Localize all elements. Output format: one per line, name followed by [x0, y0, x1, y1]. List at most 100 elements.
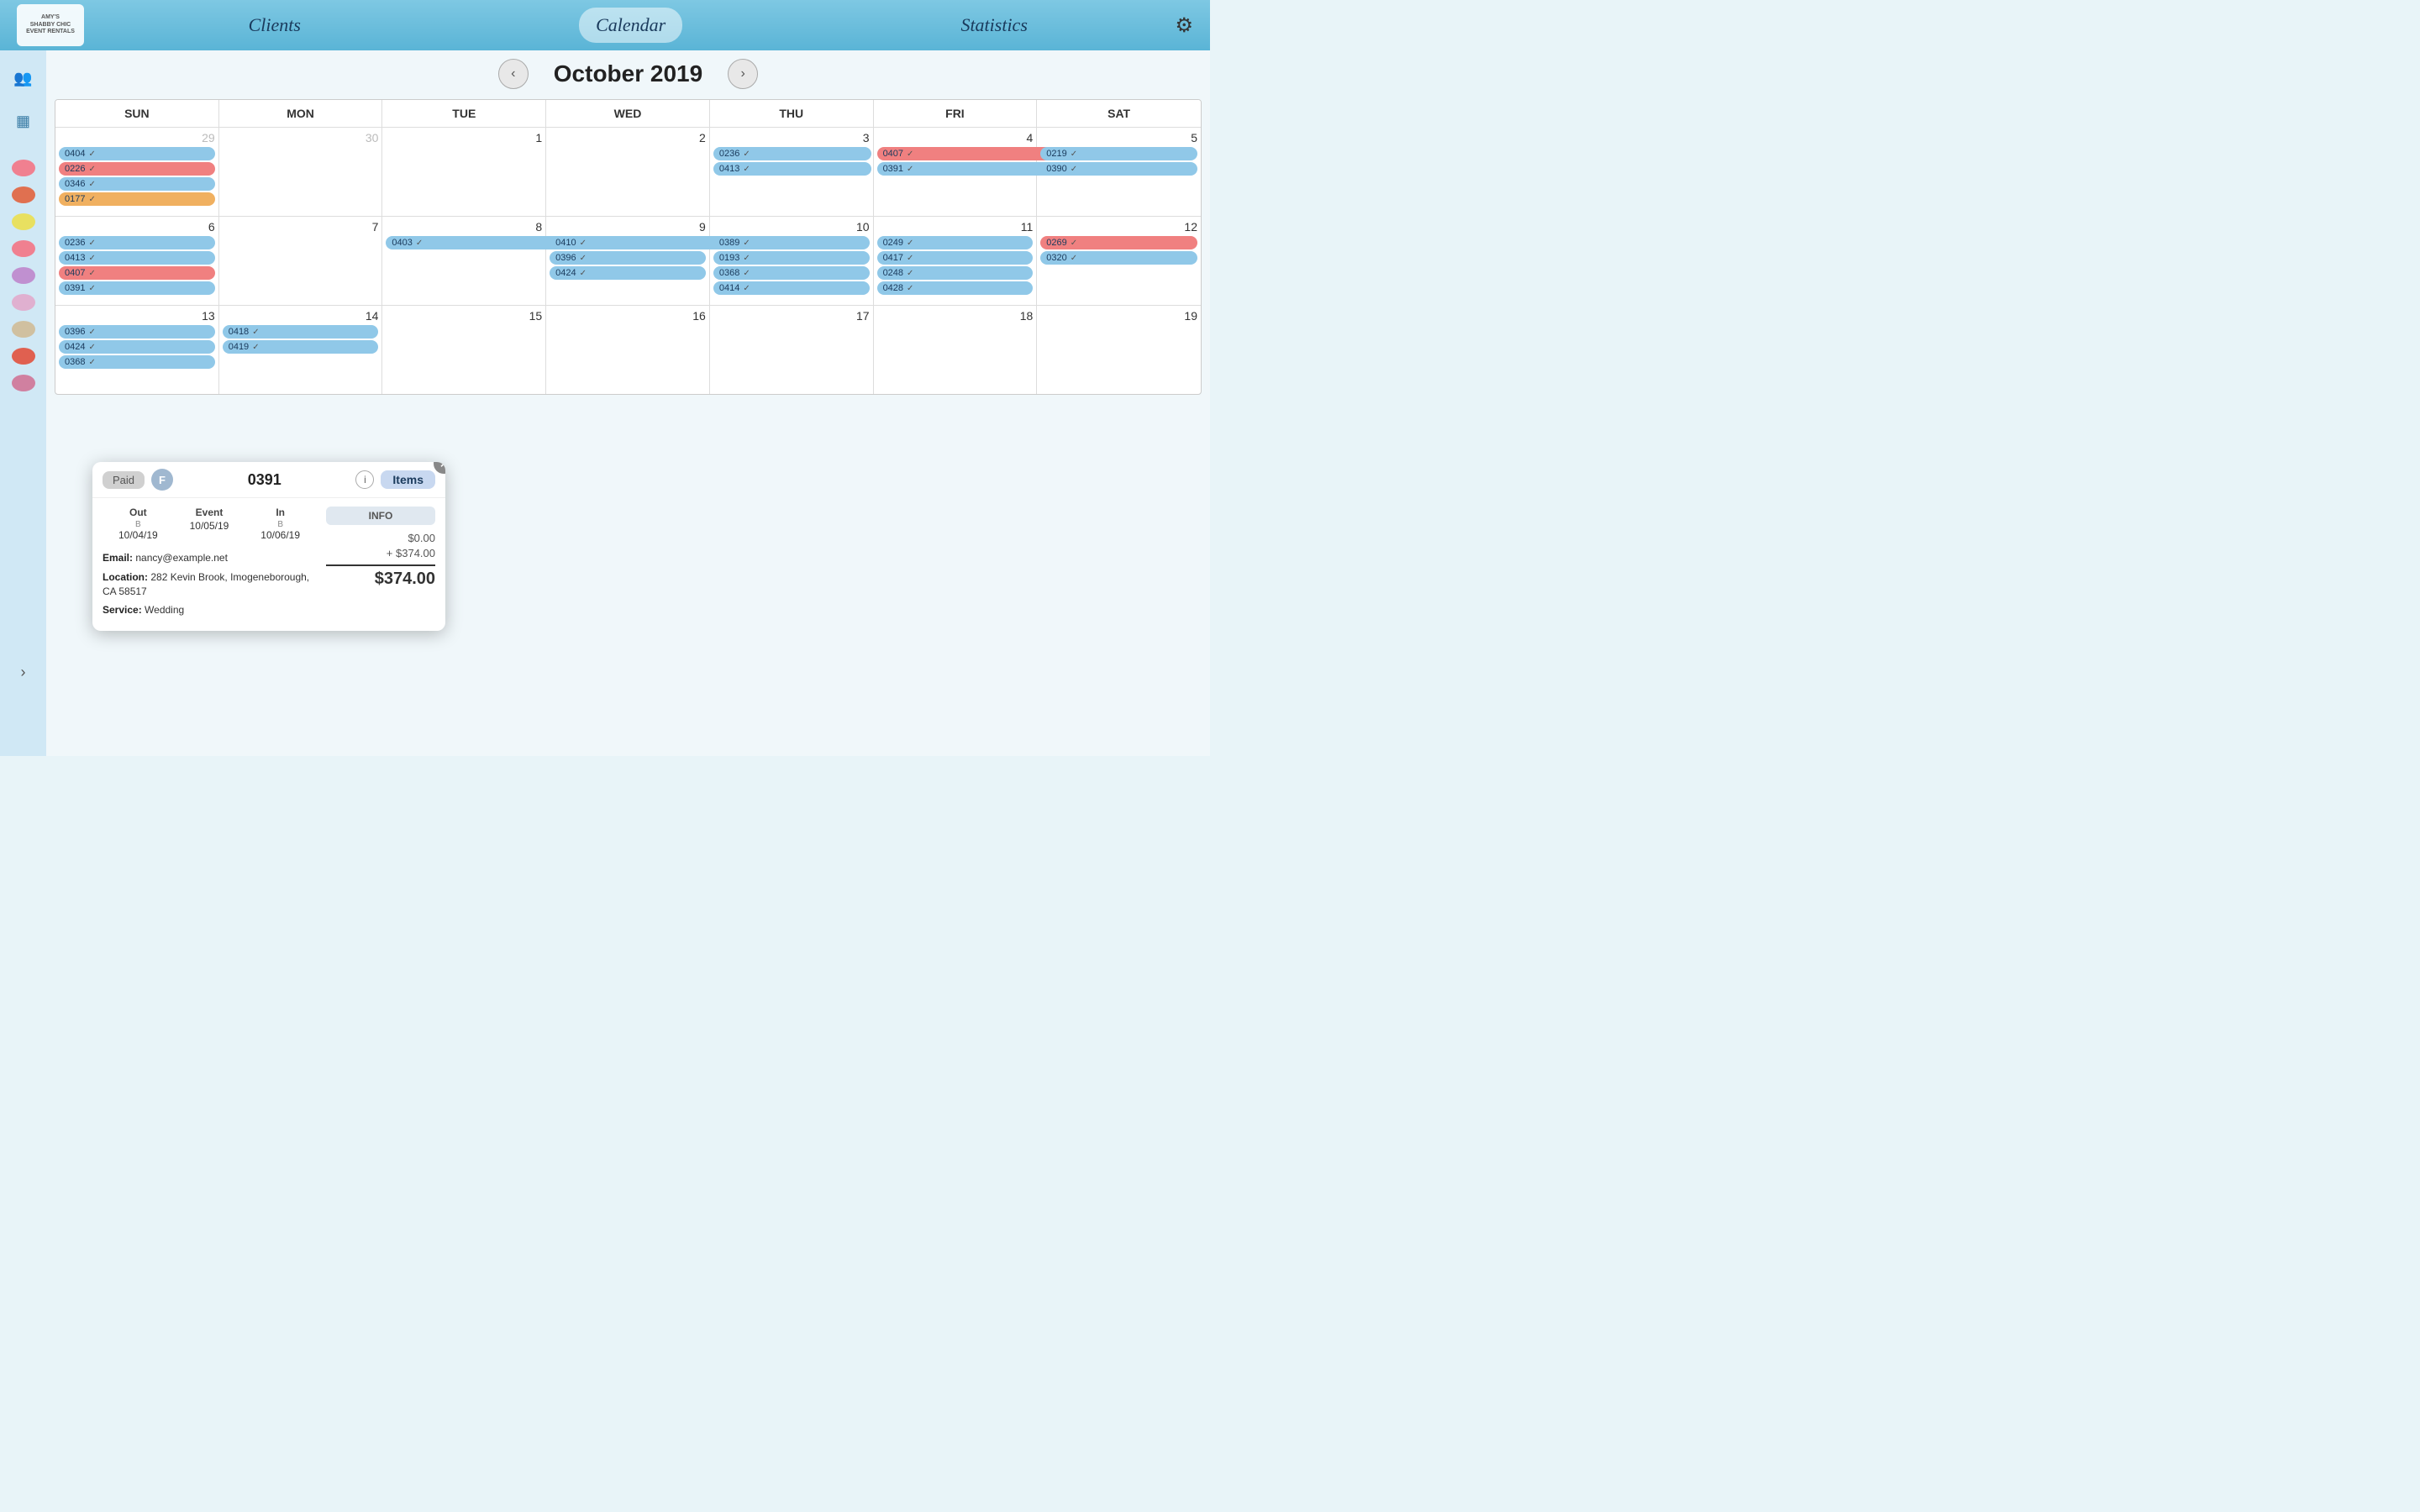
cal-cell-oct7[interactable]: 7: [219, 217, 383, 305]
cal-cell-oct5[interactable]: 5 0219 ✓ 0390 ✓: [1037, 128, 1201, 216]
event-0390-w1[interactable]: 0390 ✓: [1040, 162, 1197, 176]
cal-cell-oct11[interactable]: 11 0249 ✓ 0417 ✓ 0248 ✓ 0428 ✓: [874, 217, 1038, 305]
order-number: 0391: [180, 471, 349, 489]
event-0236-w2[interactable]: 0236 ✓: [59, 236, 215, 249]
nav-items: Clients Calendar Statistics: [101, 8, 1175, 43]
event-0419-w3[interactable]: 0419 ✓: [223, 340, 379, 354]
day-num-oct18: 18: [877, 309, 1034, 323]
cal-cell-oct18[interactable]: 18: [874, 306, 1038, 394]
sidebar-oval-3[interactable]: [12, 213, 35, 230]
clients-nav[interactable]: Clients: [232, 8, 318, 43]
grid-sidebar-icon[interactable]: ▦: [8, 106, 39, 136]
popup-container: Paid F 0391 i Items × Out B 10/04/19: [92, 462, 445, 631]
cal-cell-oct3[interactable]: 3 0236 ✓ 0413 ✓: [710, 128, 874, 216]
items-btn[interactable]: Items: [381, 470, 435, 489]
event-0389-w2[interactable]: 0389 ✓: [713, 236, 870, 249]
event-0346[interactable]: 0346 ✓: [59, 177, 215, 191]
sidebar-oval-9[interactable]: [12, 375, 35, 391]
cal-cell-oct13[interactable]: 13 0396 ✓ 0424 ✓ 0368 ✓: [55, 306, 219, 394]
week-2: 6 0236 ✓ 0413 ✓ 0407 ✓ 0391 ✓ 7 8 0403 ✓…: [55, 217, 1201, 306]
event-0418-w3[interactable]: 0418 ✓: [223, 325, 379, 339]
cal-cell-oct19[interactable]: 19: [1037, 306, 1201, 394]
event-0226[interactable]: 0226 ✓: [59, 162, 215, 176]
event-0269-w2[interactable]: 0269 ✓: [1040, 236, 1197, 249]
event-0396-w3[interactable]: 0396 ✓: [59, 325, 215, 339]
info-btn[interactable]: i: [355, 470, 374, 489]
cal-cell-oct8[interactable]: 8 0403 ✓: [382, 217, 546, 305]
cal-cell-oct15[interactable]: 15: [382, 306, 546, 394]
days-header: SUN MON TUE WED THU FRI SAT: [55, 100, 1201, 128]
cal-cell-oct17[interactable]: 17: [710, 306, 874, 394]
event-0396-w2[interactable]: 0396 ✓: [550, 251, 706, 265]
fri-header: FRI: [874, 100, 1038, 127]
cal-cell-oct14[interactable]: 14 0418 ✓ 0419 ✓: [219, 306, 383, 394]
event-label: Event: [174, 507, 245, 518]
info-tab[interactable]: INFO: [326, 507, 435, 525]
calendar-grid: SUN MON TUE WED THU FRI SAT 29 0404 ✓ 02…: [55, 99, 1202, 395]
paid-badge[interactable]: Paid: [103, 471, 145, 489]
event-0193-w2[interactable]: 0193 ✓: [713, 251, 870, 265]
settings-icon[interactable]: ⚙: [1175, 13, 1193, 38]
event-0236-w1[interactable]: 0236 ✓: [713, 147, 871, 160]
sidebar-oval-8[interactable]: [12, 348, 35, 365]
cal-cell-oct1[interactable]: 1: [382, 128, 546, 216]
cal-cell-oct12[interactable]: 12 0269 ✓ 0320 ✓: [1037, 217, 1201, 305]
sidebar-oval-4[interactable]: [12, 240, 35, 257]
event-0368-w2[interactable]: 0368 ✓: [713, 266, 870, 280]
cal-cell-oct9[interactable]: 9 0410 ✓ 0396 ✓ 0424 ✓: [546, 217, 710, 305]
cal-cell-oct10[interactable]: 10 0389 ✓ 0193 ✓ 0368 ✓ 0414 ✓: [710, 217, 874, 305]
sidebar-expand-btn[interactable]: ›: [0, 655, 46, 689]
event-0404[interactable]: 0404 ✓: [59, 147, 215, 160]
location-field: Location: 282 Kevin Brook, Imogeneboroug…: [103, 570, 316, 599]
event-0428-w2[interactable]: 0428 ✓: [877, 281, 1034, 295]
popup-body: Out B 10/04/19 Event 10/05/19 In B 10/06…: [92, 498, 445, 631]
event-0424-w2[interactable]: 0424 ✓: [550, 266, 706, 280]
day-num-oct17: 17: [713, 309, 870, 323]
popup-close-btn[interactable]: ×: [434, 462, 445, 474]
event-0413-w1[interactable]: 0413 ✓: [713, 162, 871, 176]
cal-cell-oct2[interactable]: 2: [546, 128, 710, 216]
f-badge[interactable]: F: [151, 469, 173, 491]
tue-header: TUE: [382, 100, 546, 127]
users-sidebar-icon[interactable]: 👥: [8, 63, 39, 93]
day-num-oct1: 1: [386, 131, 542, 144]
popup-dates: Out B 10/04/19 Event 10/05/19 In B 10/06…: [103, 507, 316, 541]
event-0417-w2[interactable]: 0417 ✓: [877, 251, 1034, 265]
sidebar-oval-2[interactable]: [12, 186, 35, 203]
sidebar-oval-1[interactable]: [12, 160, 35, 176]
sidebar-oval-5[interactable]: [12, 267, 35, 284]
day-num-oct10: 10: [713, 220, 870, 234]
day-num-sep29: 29: [59, 131, 215, 144]
cal-cell-sep30[interactable]: 30: [219, 128, 383, 216]
next-month-btn[interactable]: ›: [728, 59, 758, 89]
in-label: In: [245, 507, 316, 518]
cal-cell-sep29[interactable]: 29 0404 ✓ 0226 ✓ 0346 ✓ 0177 ✓: [55, 128, 219, 216]
mon-header: MON: [219, 100, 383, 127]
event-0407-w2[interactable]: 0407 ✓: [59, 266, 215, 280]
cal-cell-oct6[interactable]: 6 0236 ✓ 0413 ✓ 0407 ✓ 0391 ✓: [55, 217, 219, 305]
prev-month-btn[interactable]: ‹: [498, 59, 529, 89]
sidebar-oval-7[interactable]: [12, 321, 35, 338]
event-val: 10/05/19: [174, 520, 245, 532]
event-0368-w3[interactable]: 0368 ✓: [59, 355, 215, 369]
event-0248-w2[interactable]: 0248 ✓: [877, 266, 1034, 280]
event-0320-w2[interactable]: 0320 ✓: [1040, 251, 1197, 265]
calendar-nav[interactable]: Calendar: [579, 8, 682, 43]
event-0249-w2[interactable]: 0249 ✓: [877, 236, 1034, 249]
in-val: 10/06/19: [245, 529, 316, 541]
day-num-oct12: 12: [1040, 220, 1197, 234]
week-1: 29 0404 ✓ 0226 ✓ 0346 ✓ 0177 ✓ 30 1 2 3 …: [55, 128, 1201, 217]
event-0424-w3[interactable]: 0424 ✓: [59, 340, 215, 354]
logo-area: AMY'SSHABBY CHICEVENT RENTALS: [17, 4, 101, 46]
event-0219-w1[interactable]: 0219 ✓: [1040, 147, 1197, 160]
cal-cell-oct16[interactable]: 16: [546, 306, 710, 394]
event-0414-w2[interactable]: 0414 ✓: [713, 281, 870, 295]
email-val: nancy@example.net: [135, 552, 228, 564]
event-0413-w2[interactable]: 0413 ✓: [59, 251, 215, 265]
event-0177[interactable]: 0177 ✓: [59, 192, 215, 206]
cal-cell-oct4[interactable]: 4 0407 ✓ 0391 ✓: [874, 128, 1038, 216]
sidebar-oval-6[interactable]: [12, 294, 35, 311]
event-0391-w2[interactable]: 0391 ✓: [59, 281, 215, 295]
statistics-nav[interactable]: Statistics: [944, 8, 1044, 43]
sat-header: SAT: [1037, 100, 1201, 127]
